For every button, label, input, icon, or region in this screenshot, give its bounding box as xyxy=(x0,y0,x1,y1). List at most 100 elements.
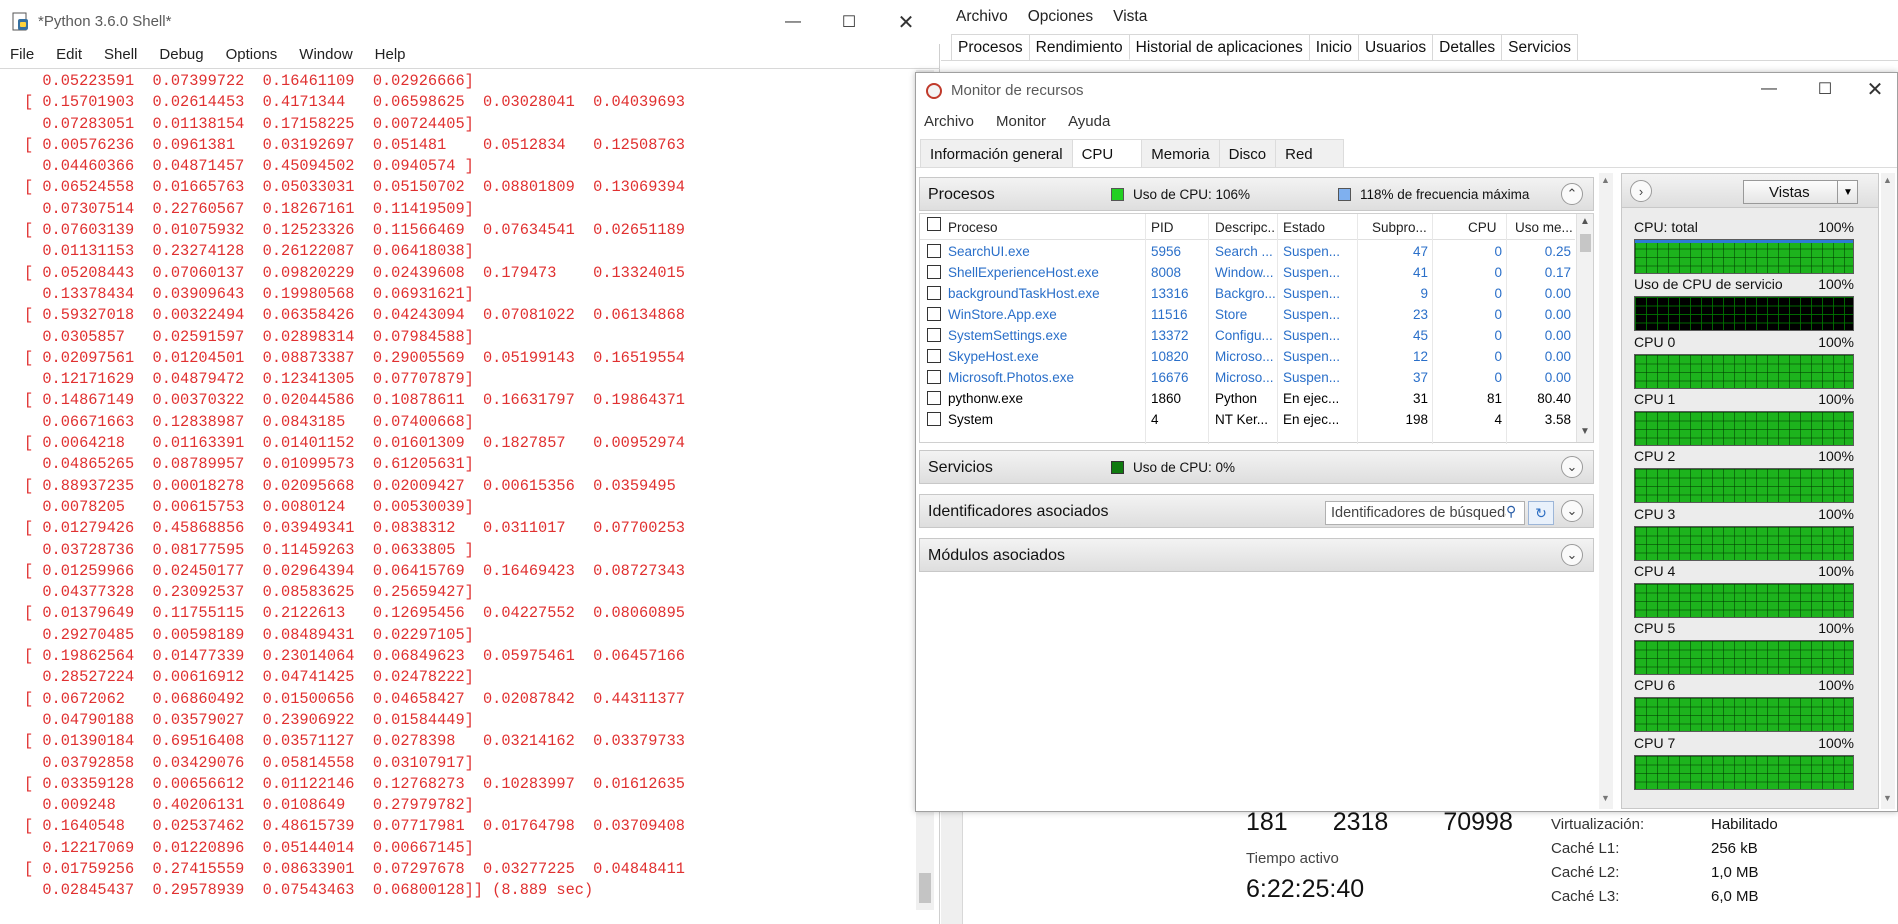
handles-section-header[interactable]: Identificadores asociados Identificadore… xyxy=(919,494,1594,528)
rm-maximize-button[interactable]: ☐ xyxy=(1802,75,1848,103)
rm-tab-red[interactable]: Red xyxy=(1275,139,1344,167)
views-dropdown-arrow[interactable]: ▼ xyxy=(1837,180,1858,204)
cpu-graph-label: Uso de CPU de servicio xyxy=(1634,276,1783,293)
col-cpu[interactable]: CPU xyxy=(1468,220,1497,235)
menu-help[interactable]: Help xyxy=(364,44,417,68)
tm-tab-detalles[interactable]: Detalles xyxy=(1433,34,1503,60)
expand-services-button[interactable]: ⌄ xyxy=(1561,456,1583,478)
search-icon[interactable]: ⚲ xyxy=(1506,503,1517,520)
processes-scrollbar[interactable]: ▲ ▼ xyxy=(1576,214,1593,442)
services-section-header[interactable]: Servicios Uso de CPU: 0% ⌄ xyxy=(919,450,1594,484)
col-subprocesos[interactable]: Subpro... xyxy=(1372,220,1427,235)
output-line: [ 0.01379649 0.11755115 0.2122613 0.1269… xyxy=(24,604,685,623)
tm-tab-procesos[interactable]: Procesos xyxy=(951,34,1030,60)
tm-menu-archivo[interactable]: Archivo xyxy=(956,8,1008,26)
modules-section-header[interactable]: Módulos asociados ⌄ xyxy=(919,538,1594,572)
scroll-up-icon[interactable]: ▲ xyxy=(1580,216,1590,227)
expand-handles-button[interactable]: ⌄ xyxy=(1561,500,1583,522)
process-row[interactable]: SearchUI.exe 5956 Search ... Suspen... 47 0 0.… xyxy=(920,241,1575,262)
process-checkbox[interactable] xyxy=(927,370,941,384)
process-name: SearchUI.exe xyxy=(948,244,1030,259)
refresh-button[interactable]: ↻ xyxy=(1528,501,1554,525)
scroll-down-icon[interactable]: ▼ xyxy=(1883,793,1892,803)
menu-debug[interactable]: Debug xyxy=(148,44,214,68)
rm-tab-cpu[interactable]: CPU xyxy=(1071,139,1143,167)
processes-table-header: Proceso PID Descripc... Estado Subpro...… xyxy=(920,214,1575,240)
left-pane-scrollbar[interactable]: ▲ ▼ xyxy=(1599,173,1613,809)
rm-close-button[interactable]: ✕ xyxy=(1852,75,1898,103)
process-checkbox[interactable] xyxy=(927,328,941,342)
scroll-thumb[interactable] xyxy=(1580,234,1591,252)
rm-menu-ayuda[interactable]: Ayuda xyxy=(1068,113,1110,130)
handles-search-input[interactable]: Identificadores de búsqueda xyxy=(1325,501,1525,525)
col-uso-medio[interactable]: Uso me... xyxy=(1515,220,1575,235)
process-checkbox[interactable] xyxy=(927,391,941,405)
resource-monitor-window: Monitor de recursos — ☐ ✕ Archivo Monito… xyxy=(915,72,1898,812)
scroll-up-icon[interactable]: ▲ xyxy=(1883,175,1892,185)
tm-tab-usuarios[interactable]: Usuarios xyxy=(1358,34,1434,60)
process-checkbox[interactable] xyxy=(927,412,941,426)
select-all-checkbox[interactable] xyxy=(927,217,941,231)
process-desc: Backgro... xyxy=(1215,286,1275,301)
menu-edit[interactable]: Edit xyxy=(45,44,93,68)
col-pid[interactable]: PID xyxy=(1151,220,1174,235)
shell-output[interactable]: 0.05223591 0.07399722 0.16461109 0.02926… xyxy=(24,71,924,909)
cpu-graph-label: CPU 0 xyxy=(1634,333,1676,350)
output-line: [ 0.19862564 0.01477339 0.23014064 0.068… xyxy=(24,647,685,666)
scroll-down-icon[interactable]: ▼ xyxy=(1601,793,1610,803)
menu-window[interactable]: Window xyxy=(288,44,363,68)
cpu-usage-graph xyxy=(1634,582,1854,618)
process-row[interactable]: Microsoft.Photos.exe 16676 Microso... Suspe… xyxy=(920,367,1575,388)
tm-menu-opciones[interactable]: Opciones xyxy=(1028,8,1093,26)
process-checkbox[interactable] xyxy=(927,307,941,321)
process-row[interactable]: ShellExperienceHost.exe 8008 Window... Susp… xyxy=(920,262,1575,283)
collapse-processes-button[interactable]: ⌃ xyxy=(1561,183,1583,205)
tm-tab-inicio[interactable]: Inicio xyxy=(1309,34,1359,60)
process-row[interactable]: SkypeHost.exe 10820 Microso... Suspen... 12 0… xyxy=(920,346,1575,367)
close-button[interactable]: ✕ xyxy=(883,8,929,36)
menu-file[interactable]: File xyxy=(0,44,45,68)
process-checkbox[interactable] xyxy=(927,286,941,300)
process-row[interactable]: System 4 NT Ker... En ejec... 198 4 3.58 xyxy=(920,409,1575,430)
col-descripcion[interactable]: Descripc... xyxy=(1215,220,1275,235)
process-checkbox[interactable] xyxy=(927,349,941,363)
tm-tab-historial[interactable]: Historial de aplicaciones xyxy=(1129,34,1310,60)
process-state: Suspen... xyxy=(1283,286,1341,301)
tm-menu-vista[interactable]: Vista xyxy=(1113,8,1147,26)
process-threads: 12 xyxy=(1412,349,1428,364)
cpu-graph-scale: 100% xyxy=(1818,620,1854,637)
services-cpu-text: Uso de CPU: 0% xyxy=(1133,460,1236,475)
cpu-graph-label: CPU 5 xyxy=(1634,620,1676,637)
col-proceso[interactable]: Proceso xyxy=(948,220,998,235)
collapse-graphs-button[interactable]: › xyxy=(1630,180,1652,202)
col-estado[interactable]: Estado xyxy=(1283,220,1325,235)
scroll-thumb[interactable] xyxy=(919,873,931,903)
minimize-button[interactable]: — xyxy=(770,8,816,36)
process-checkbox[interactable] xyxy=(927,265,941,279)
rm-menu-archivo[interactable]: Archivo xyxy=(924,113,974,130)
process-row[interactable]: SystemSettings.exe 13372 Configu... Suspen.… xyxy=(920,325,1575,346)
process-row[interactable]: WinStore.App.exe 11516 Store Suspen... 23 0 0.… xyxy=(920,304,1575,325)
rm-tab-general[interactable]: Información general xyxy=(920,139,1073,167)
process-row[interactable]: pythonw.exe 1860 Python En ejec... 31 81 80.40 xyxy=(920,388,1575,409)
minimize-icon: — xyxy=(1761,80,1777,97)
processes-section-header[interactable]: Procesos Uso de CPU: 106% 118% de frecue… xyxy=(919,177,1594,211)
rm-minimize-button[interactable]: — xyxy=(1746,75,1792,103)
process-state: Suspen... xyxy=(1283,328,1341,343)
scroll-down-icon[interactable]: ▼ xyxy=(1580,426,1590,437)
scroll-up-icon[interactable]: ▲ xyxy=(1601,175,1610,185)
rm-menu-monitor[interactable]: Monitor xyxy=(996,113,1046,130)
idle-titlebar[interactable]: *Python 3.6.0 Shell* — ☐ ✕ xyxy=(0,0,940,44)
menu-options[interactable]: Options xyxy=(215,44,289,68)
expand-modules-button[interactable]: ⌄ xyxy=(1561,544,1583,566)
rm-tab-memoria[interactable]: Memoria xyxy=(1141,139,1220,167)
menu-shell[interactable]: Shell xyxy=(93,44,148,68)
processes-table[interactable]: Proceso PID Descripc... Estado Subpro...… xyxy=(919,213,1594,444)
tm-tab-servicios[interactable]: Servicios xyxy=(1502,34,1579,60)
process-checkbox[interactable] xyxy=(927,244,941,258)
maximize-button[interactable]: ☐ xyxy=(826,8,872,36)
rm-tab-disco[interactable]: Disco xyxy=(1218,139,1277,167)
tm-tab-rendimiento[interactable]: Rendimiento xyxy=(1029,34,1130,60)
process-row[interactable]: backgroundTaskHost.exe 13316 Backgro... Sus… xyxy=(920,283,1575,304)
graphs-scrollbar[interactable]: ▲ ▼ xyxy=(1881,173,1895,809)
